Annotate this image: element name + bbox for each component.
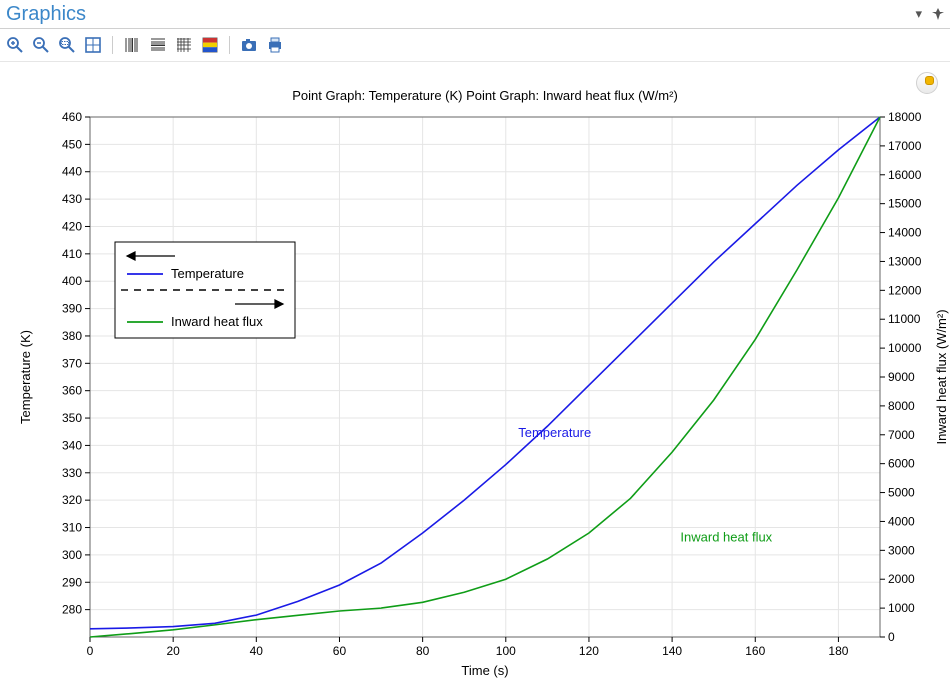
- x-tick-label: 140: [662, 644, 682, 658]
- x-tick-label: 80: [416, 644, 430, 658]
- y-left-tick-label: 460: [62, 110, 82, 124]
- y-right-tick-label: 6000: [888, 457, 915, 471]
- y-right-tick-label: 3000: [888, 543, 915, 557]
- zoom-out-icon[interactable]: [30, 34, 52, 56]
- panel-pin-icon[interactable]: [932, 8, 944, 20]
- y-left-tick-label: 300: [62, 548, 82, 562]
- legend: Temperature Inward heat flux: [115, 242, 295, 338]
- y-right-tick-label: 14000: [888, 226, 922, 240]
- y-left-tick-label: 370: [62, 356, 82, 370]
- y-right-tick-label: 1000: [888, 601, 915, 615]
- x-tick-label: 120: [579, 644, 599, 658]
- zoom-box-icon[interactable]: [56, 34, 78, 56]
- x-tick-label: 180: [828, 644, 848, 658]
- graphics-toolbar: [0, 29, 950, 62]
- y-left-tick-label: 420: [62, 219, 82, 233]
- series-annotation: Temperature: [518, 425, 591, 440]
- log-y-icon[interactable]: [147, 34, 169, 56]
- x-tick-label: 0: [87, 644, 94, 658]
- plot-frame: [90, 117, 880, 637]
- y-right-tick-label: 10000: [888, 341, 922, 355]
- x-tick-label: 160: [745, 644, 765, 658]
- chart: Point Graph: Temperature (K) Point Graph…: [0, 62, 950, 687]
- toolbar-separator: [112, 36, 113, 54]
- log-xy-icon[interactable]: [173, 34, 195, 56]
- grid: [90, 117, 880, 637]
- x-tick-label: 20: [166, 644, 180, 658]
- y-left-tick-label: 360: [62, 384, 82, 398]
- x-tick-label: 40: [250, 644, 264, 658]
- y-right-tick-label: 12000: [888, 283, 922, 297]
- y-left-tick-label: 430: [62, 192, 82, 206]
- y-left-tick-label: 350: [62, 411, 82, 425]
- y-right-tick-label: 18000: [888, 110, 922, 124]
- y-right-tick-label: 11000: [888, 312, 921, 326]
- y-right-tick-label: 13000: [888, 254, 922, 268]
- zoom-in-icon[interactable]: [4, 34, 26, 56]
- chart-title: Point Graph: Temperature (K) Point Graph…: [292, 88, 678, 103]
- y-left-tick-label: 330: [62, 466, 82, 480]
- panel-window-controls: ▾: [915, 6, 944, 22]
- panel-title: Graphics: [6, 3, 86, 26]
- graphics-content: Point Graph: Temperature (K) Point Graph…: [0, 62, 950, 687]
- y-right-tick-label: 17000: [888, 139, 922, 153]
- print-icon[interactable]: [264, 34, 286, 56]
- y-left-tick-label: 450: [62, 137, 82, 151]
- snapshot-icon[interactable]: [238, 34, 260, 56]
- y-right-axis-label: Inward heat flux (W/m²): [934, 309, 949, 444]
- y-right-tick-label: 5000: [888, 486, 915, 500]
- y-right-tick-label: 0: [888, 630, 895, 644]
- y-left-axis-label: Temperature (K): [18, 330, 33, 424]
- legend-item-temperature: Temperature: [171, 266, 244, 281]
- x-tick-label: 60: [333, 644, 347, 658]
- y-right-tick-label: 9000: [888, 370, 915, 384]
- series-annotation: Inward heat flux: [680, 530, 772, 545]
- x-axis-label: Time (s): [461, 663, 508, 678]
- y-right-tick-label: 7000: [888, 428, 915, 442]
- series-line-inward-heat-flux: [90, 117, 880, 637]
- panel-menu-icon[interactable]: ▾: [915, 6, 922, 22]
- y-right-tick-label: 15000: [888, 197, 922, 211]
- y-right-tick-label: 4000: [888, 514, 915, 528]
- y-left-tick-label: 280: [62, 603, 82, 617]
- y-left-tick-label: 390: [62, 302, 82, 316]
- legend-item-heatflux: Inward heat flux: [171, 314, 263, 329]
- y-right-tick-label: 2000: [888, 572, 915, 586]
- color-table-icon[interactable]: [199, 34, 221, 56]
- y-left-tick-label: 380: [62, 329, 82, 343]
- y-right-tick-label: 8000: [888, 399, 915, 413]
- y-left-tick-label: 290: [62, 575, 82, 589]
- zoom-extents-icon[interactable]: [82, 34, 104, 56]
- y-left-tick-label: 410: [62, 247, 82, 261]
- y-left-tick-label: 400: [62, 274, 82, 288]
- y-left-tick-label: 340: [62, 438, 82, 452]
- log-x-icon[interactable]: [121, 34, 143, 56]
- panel-header: Graphics ▾: [0, 0, 950, 29]
- toolbar-separator: [229, 36, 230, 54]
- y-left-tick-label: 310: [62, 521, 82, 535]
- x-tick-label: 100: [496, 644, 516, 658]
- y-left-tick-label: 440: [62, 165, 82, 179]
- y-left-tick-label: 320: [62, 493, 82, 507]
- series-line-temperature: [90, 117, 880, 629]
- y-right-tick-label: 16000: [888, 168, 922, 182]
